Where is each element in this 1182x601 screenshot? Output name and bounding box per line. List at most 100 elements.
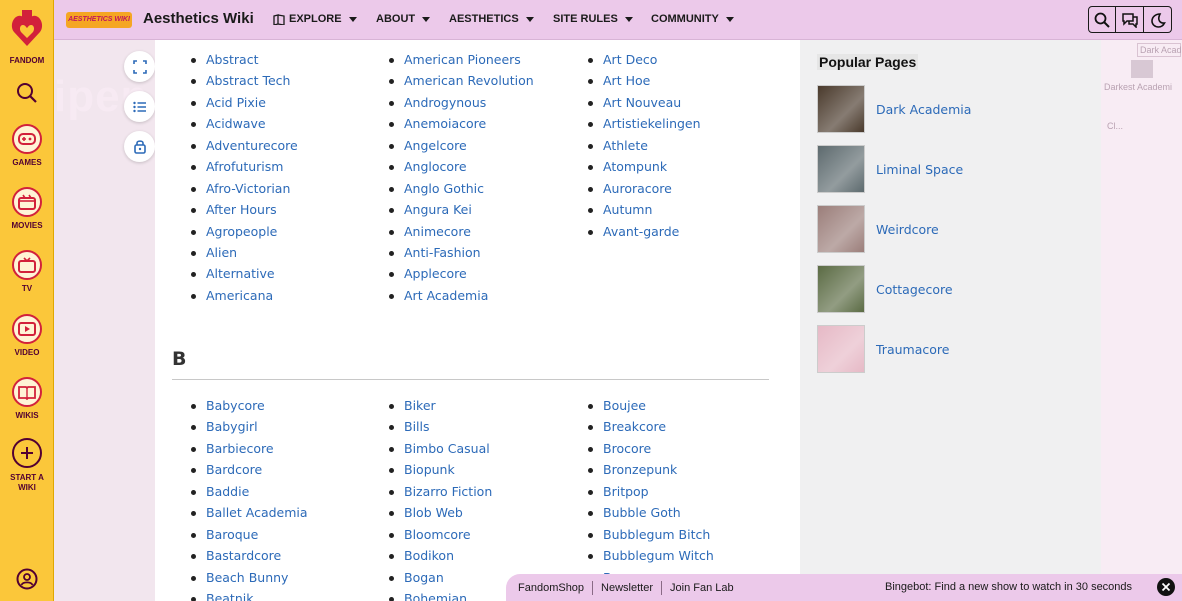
aesthetic-link[interactable]: Anglo Gothic: [389, 180, 534, 201]
fandomshop-link[interactable]: FandomShop: [506, 580, 594, 595]
wiki-logo[interactable]: AESTHETICS WIKI: [66, 12, 132, 28]
aesthetic-link[interactable]: Bohemian: [389, 590, 492, 601]
aesthetic-link[interactable]: Agropeople: [191, 223, 298, 244]
aesthetic-link[interactable]: Breakcore: [588, 418, 714, 439]
aesthetic-link[interactable]: Autumn: [588, 201, 701, 222]
aesthetic-link[interactable]: Babycore: [191, 397, 308, 418]
wiki-title[interactable]: Aesthetics Wiki: [143, 10, 254, 27]
aesthetic-link[interactable]: Animecore: [389, 223, 534, 244]
aesthetic-link[interactable]: Angura Kei: [389, 201, 534, 222]
aesthetic-link[interactable]: Bardcore: [191, 461, 308, 482]
nav-community[interactable]: COMMUNITY: [651, 13, 734, 25]
aesthetic-link[interactable]: Bills: [389, 418, 492, 439]
aesthetic-link[interactable]: Art Nouveau: [588, 94, 701, 115]
aesthetic-link[interactable]: Angelcore: [389, 137, 534, 158]
aesthetic-link[interactable]: Androgynous: [389, 94, 534, 115]
popular-page-item[interactable]: Weirdcore: [817, 205, 1087, 253]
nav-explore[interactable]: EXPLORE: [273, 13, 357, 25]
plus-icon: [21, 447, 33, 459]
rail-movies-link[interactable]: MOVIES: [0, 187, 54, 231]
aesthetic-link[interactable]: Art Hoe: [588, 72, 701, 93]
theme-toggle-button[interactable]: [1144, 6, 1172, 33]
aesthetic-link[interactable]: Bloomcore: [389, 526, 492, 547]
close-bar-button[interactable]: [1157, 578, 1175, 596]
aesthetic-link[interactable]: Bronzepunk: [588, 461, 714, 482]
popular-page-item[interactable]: Dark Academia: [817, 85, 1087, 133]
aesthetic-link[interactable]: Brocore: [588, 440, 714, 461]
aesthetic-link[interactable]: Bogan: [389, 569, 492, 590]
edit-protection-button[interactable]: [124, 131, 155, 162]
section-divider: [172, 379, 769, 380]
aesthetic-link[interactable]: Applecore: [389, 265, 534, 286]
aesthetic-link[interactable]: Bubblegum Bitch: [588, 526, 714, 547]
nav-site-rules[interactable]: SITE RULES: [553, 13, 633, 25]
popular-page-label: Traumacore: [876, 341, 950, 357]
header-actions: [1088, 6, 1172, 33]
aesthetic-link[interactable]: After Hours: [191, 201, 298, 222]
aesthetic-link[interactable]: Beatnik: [191, 590, 308, 601]
aesthetic-link[interactable]: Biopunk: [389, 461, 492, 482]
popular-page-item[interactable]: Liminal Space: [817, 145, 1087, 193]
aesthetic-link[interactable]: Atompunk: [588, 158, 701, 179]
aesthetic-link[interactable]: Babygirl: [191, 418, 308, 439]
rail-wikis-link[interactable]: WIKIS: [0, 377, 54, 421]
aesthetic-link[interactable]: Abstract: [191, 51, 298, 72]
aesthetic-link[interactable]: Biker: [389, 397, 492, 418]
fullscreen-toggle-button[interactable]: [124, 51, 155, 82]
aesthetic-link[interactable]: Art Deco: [588, 51, 701, 72]
aesthetic-link[interactable]: Artistiekelingen: [588, 115, 701, 136]
aesthetic-link[interactable]: Alien: [191, 244, 298, 265]
aesthetic-link[interactable]: Blob Web: [389, 504, 492, 525]
aesthetic-link[interactable]: Afrofuturism: [191, 158, 298, 179]
global-footer-bar: FandomShop Newsletter Join Fan Lab Binge…: [506, 574, 1182, 601]
aesthetic-link[interactable]: American Pioneers: [389, 51, 534, 72]
discussions-button[interactable]: [1116, 6, 1144, 33]
aesthetic-link[interactable]: Acidwave: [191, 115, 298, 136]
aesthetic-link[interactable]: Bimbo Casual: [389, 440, 492, 461]
join-fan-lab-link[interactable]: Join Fan Lab: [662, 581, 742, 595]
aesthetic-link[interactable]: Beach Bunny: [191, 569, 308, 590]
background-related-panel: Dark Acad Darkest Academi Cl...: [1101, 40, 1182, 601]
aesthetic-link[interactable]: Americana: [191, 287, 298, 308]
aesthetic-link[interactable]: Anglocore: [389, 158, 534, 179]
section-a-column-2: American Pioneers American Revolution Andr…: [389, 51, 534, 308]
rail-games-link[interactable]: GAMES: [0, 124, 54, 168]
aesthetic-link[interactable]: Anti-Fashion: [389, 244, 534, 265]
aesthetic-link[interactable]: Britpop: [588, 483, 714, 504]
bingebot-promo-link[interactable]: Bingebot: Find a new show to watch in 30…: [885, 581, 1132, 593]
rail-video-link[interactable]: VIDEO: [0, 314, 54, 358]
table-of-contents-button[interactable]: [124, 91, 155, 122]
aesthetic-link[interactable]: Adventurecore: [191, 137, 298, 158]
popular-page-item[interactable]: Traumacore: [817, 325, 1087, 373]
aesthetic-link[interactable]: Afro-Victorian: [191, 180, 298, 201]
aesthetic-link[interactable]: Alternative: [191, 265, 298, 286]
fandom-logo-link[interactable]: FANDOM: [0, 8, 54, 66]
aesthetic-link[interactable]: Bubble Goth: [588, 504, 714, 525]
rail-tv-link[interactable]: TV: [0, 250, 54, 294]
aesthetic-link[interactable]: Art Academia: [389, 287, 534, 308]
aesthetic-link[interactable]: Bodikon: [389, 547, 492, 568]
aesthetic-link[interactable]: Boujee: [588, 397, 714, 418]
user-account-button[interactable]: [0, 568, 54, 594]
start-a-wiki-link[interactable]: START A WIKI: [0, 438, 54, 493]
aesthetic-link[interactable]: Avant-garde: [588, 223, 701, 244]
wiki-search-button[interactable]: [1088, 6, 1116, 33]
aesthetic-link[interactable]: Acid Pixie: [191, 94, 298, 115]
aesthetic-link[interactable]: Ballet Academia: [191, 504, 308, 525]
newsletter-link[interactable]: Newsletter: [593, 580, 663, 595]
popular-page-item[interactable]: Cottagecore: [817, 265, 1087, 313]
global-search-button[interactable]: [0, 78, 54, 108]
aesthetic-link[interactable]: Baroque: [191, 526, 308, 547]
aesthetic-link[interactable]: Baddie: [191, 483, 308, 504]
nav-about[interactable]: ABOUT: [376, 13, 431, 25]
aesthetic-link[interactable]: Bubblegum Witch: [588, 547, 714, 568]
aesthetic-link[interactable]: Abstract Tech: [191, 72, 298, 93]
aesthetic-link[interactable]: Bastardcore: [191, 547, 308, 568]
aesthetic-link[interactable]: Athlete: [588, 137, 701, 158]
aesthetic-link[interactable]: Bizarro Fiction: [389, 483, 492, 504]
aesthetic-link[interactable]: Barbiecore: [191, 440, 308, 461]
aesthetic-link[interactable]: Anemoiacore: [389, 115, 534, 136]
nav-aesthetics[interactable]: AESTHETICS: [449, 13, 534, 25]
aesthetic-link[interactable]: American Revolution: [389, 72, 534, 93]
aesthetic-link[interactable]: Auroracore: [588, 180, 701, 201]
